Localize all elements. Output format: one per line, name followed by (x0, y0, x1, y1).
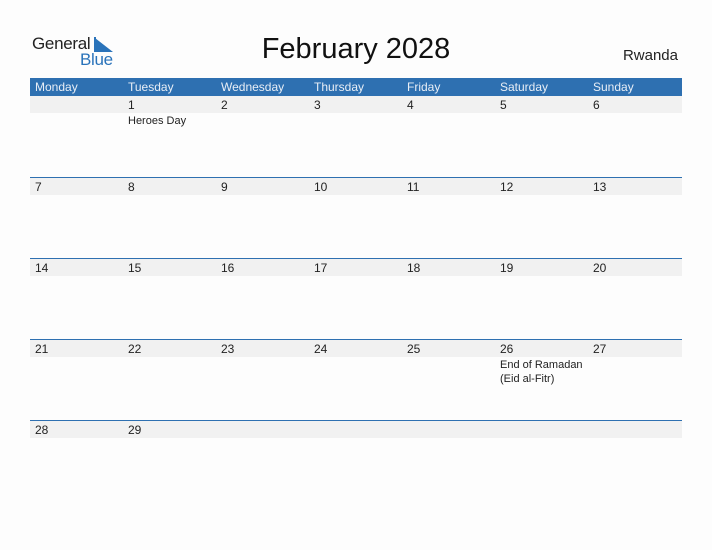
day-cell: 9 (216, 178, 309, 259)
day-cell: 11 (402, 178, 495, 259)
day-number: 26 (500, 342, 514, 356)
day-cell: 24 (309, 340, 402, 421)
day-number: 1 (128, 98, 135, 112)
day-number: 8 (128, 180, 135, 194)
day-number: 3 (314, 98, 321, 112)
week-row: 1 Heroes Day 2 3 4 5 6 (30, 96, 682, 177)
day-cell: 4 (402, 96, 495, 177)
weekday-sunday: Sunday (593, 80, 634, 94)
day-cell: 26 End of Ramadan (Eid al-Fitr) (495, 340, 588, 421)
day-number: 14 (35, 261, 49, 275)
day-cell: 1 Heroes Day (123, 96, 216, 177)
day-cell: 16 (216, 259, 309, 340)
country-label: Rwanda (622, 47, 678, 64)
day-number: 9 (221, 180, 228, 194)
day-cell: 21 (30, 340, 123, 421)
day-cell: 28 (30, 421, 123, 502)
day-number: 12 (500, 180, 514, 194)
day-number: 28 (35, 423, 49, 437)
holiday-label: Heroes Day (128, 115, 187, 127)
day-cell: 7 (30, 178, 123, 259)
day-cell: 6 (588, 96, 681, 177)
day-cell: 19 (495, 259, 588, 340)
day-cell: 17 (309, 259, 402, 340)
day-number: 29 (128, 423, 142, 437)
weekday-friday: Friday (407, 80, 441, 94)
weekday-header: Monday Tuesday Wednesday Thursday Friday… (30, 78, 682, 96)
holiday-label: End of Ramadan (Eid al-Fitr) (500, 359, 583, 385)
day-cell: 20 (588, 259, 681, 340)
week-row: 28 29 (30, 420, 682, 502)
day-number: 11 (407, 180, 420, 194)
day-cell: 13 (588, 178, 681, 259)
day-cell: 18 (402, 259, 495, 340)
day-number: 25 (407, 342, 421, 356)
day-number: 27 (593, 342, 607, 356)
weekday-monday: Monday (35, 80, 78, 94)
day-cell: 8 (123, 178, 216, 259)
day-cell (30, 96, 123, 177)
day-cell: 22 (123, 340, 216, 421)
day-number: 21 (35, 342, 49, 356)
day-number: 4 (407, 98, 414, 112)
day-cell (216, 421, 309, 502)
day-number: 6 (593, 98, 600, 112)
week-row: 21 22 23 24 25 26 End of Ramadan (Eid al-Fitr)… (30, 339, 682, 421)
week-row: 7 8 9 10 11 12 13 (30, 177, 682, 259)
day-number: 23 (221, 342, 235, 356)
day-number: 24 (314, 342, 328, 356)
day-cell: 10 (309, 178, 402, 259)
day-cell: 23 (216, 340, 309, 421)
day-number: 20 (593, 261, 607, 275)
day-cell: 29 (123, 421, 216, 502)
day-cell: 3 (309, 96, 402, 177)
day-cell: 5 (495, 96, 588, 177)
day-number: 7 (35, 180, 42, 194)
day-cell: 15 (123, 259, 216, 340)
day-cell (402, 421, 495, 502)
weekday-tuesday: Tuesday (128, 80, 174, 94)
page-title: February 2028 (261, 33, 451, 65)
day-number: 13 (593, 180, 607, 194)
day-cell: 12 (495, 178, 588, 259)
day-cell: 25 (402, 340, 495, 421)
day-cell (588, 421, 681, 502)
day-cell (309, 421, 402, 502)
day-cell (495, 421, 588, 502)
week-row: 14 15 16 17 18 19 20 (30, 258, 682, 340)
day-number: 18 (407, 261, 421, 275)
weekday-thursday: Thursday (314, 80, 365, 94)
day-number: 22 (128, 342, 142, 356)
day-cell: 27 (588, 340, 681, 421)
day-number: 5 (500, 98, 507, 112)
day-number: 2 (221, 98, 228, 112)
weekday-wednesday: Wednesday (221, 80, 285, 94)
day-number: 15 (128, 261, 142, 275)
day-number: 17 (314, 261, 328, 275)
day-cell: 2 (216, 96, 309, 177)
day-number: 19 (500, 261, 514, 275)
day-number: 10 (314, 180, 328, 194)
day-cell: 14 (30, 259, 123, 340)
day-number: 16 (221, 261, 235, 275)
weekday-saturday: Saturday (500, 80, 549, 94)
